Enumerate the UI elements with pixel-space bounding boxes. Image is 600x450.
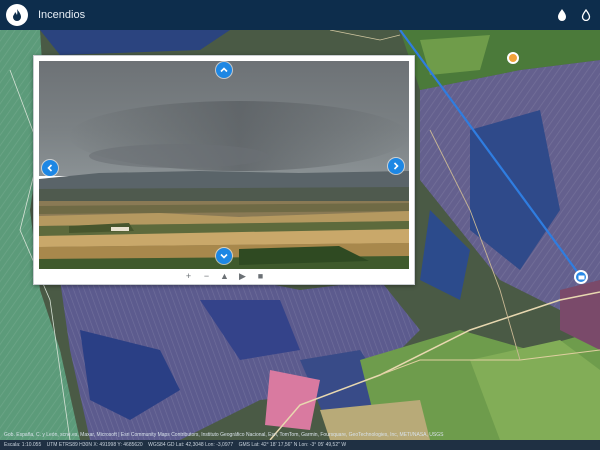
- fire-drop-icon[interactable]: [554, 7, 570, 23]
- scale-readout: Escala: 1:10.055: [4, 442, 42, 448]
- status-bar: Escala: 1:10.055 UTM ETRS89 H30N X: 4919…: [0, 440, 600, 450]
- camera-location-marker[interactable]: [574, 270, 588, 284]
- camera-photo[interactable]: [39, 61, 409, 269]
- app-title: Incendios: [38, 9, 86, 21]
- fire-logo-icon[interactable]: [6, 4, 28, 26]
- nav-down-button[interactable]: [216, 248, 232, 264]
- nav-up-button[interactable]: [216, 62, 232, 78]
- chevron-right-icon: [393, 162, 399, 170]
- nav-left-button[interactable]: [42, 160, 58, 176]
- play-icon[interactable]: ▶: [238, 270, 247, 282]
- top-bar: Incendios: [0, 0, 600, 30]
- zoom-out-icon[interactable]: −: [202, 270, 211, 282]
- utm-readout: UTM ETRS89 H30N X: 491998 Y: 4685620: [46, 442, 143, 448]
- chevron-down-icon: [220, 253, 228, 259]
- viewer-toolbar: + − ▲ ▶ ■: [184, 270, 265, 282]
- home-icon[interactable]: ▲: [220, 270, 229, 282]
- nav-right-button[interactable]: [388, 158, 404, 174]
- wgs84-readout: WGS84 GD Lat: 42,3048 Lon: -3,0977: [148, 442, 234, 448]
- stop-icon[interactable]: ■: [256, 270, 265, 282]
- chevron-up-icon: [220, 67, 228, 73]
- gms-readout: GMS Lat: 42° 18' 17,56'' N Lon: -3° 05' …: [238, 442, 347, 448]
- fire-incident-marker[interactable]: [507, 52, 519, 64]
- chevron-left-icon: [47, 164, 53, 172]
- fire-outline-icon[interactable]: [578, 7, 594, 23]
- map-attribution: Gob. España, C. y León, scne.es, Maxar, …: [4, 432, 444, 438]
- camera-image-viewer: + − ▲ ▶ ■: [33, 55, 415, 285]
- zoom-in-icon[interactable]: +: [184, 270, 193, 282]
